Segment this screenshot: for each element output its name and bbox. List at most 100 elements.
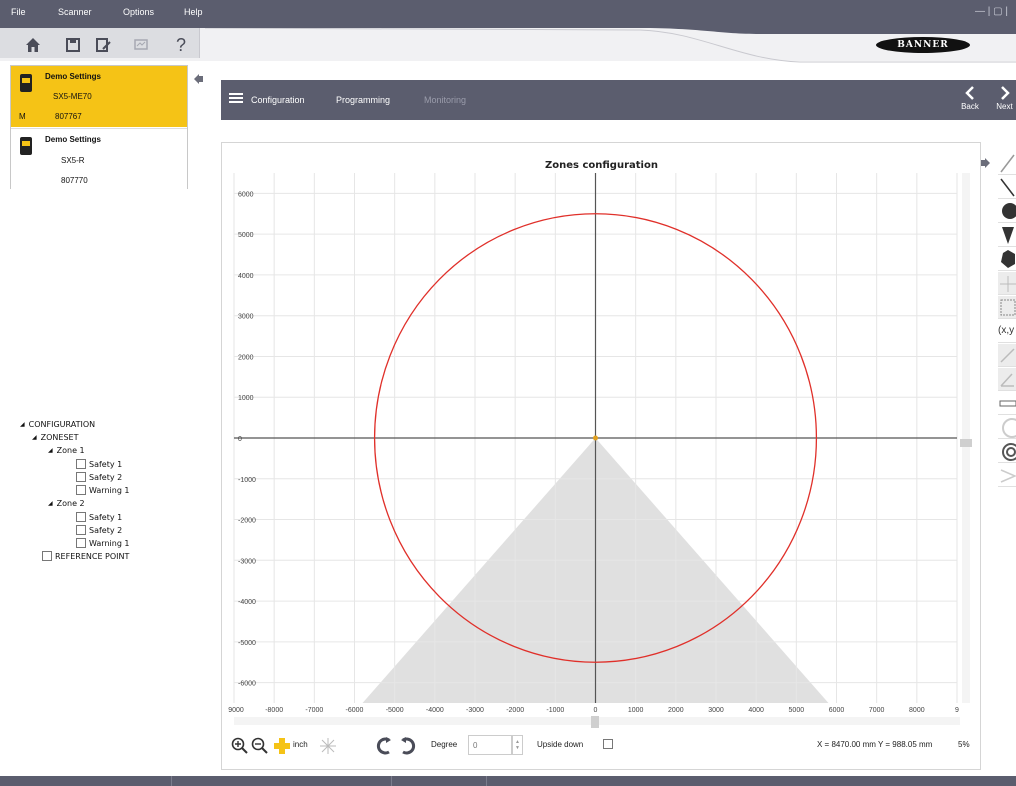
device-name: Demo Settings	[45, 135, 102, 144]
upside-down-label: Upside down	[537, 740, 584, 749]
x-tick-label: 9000	[228, 707, 244, 714]
home-icon[interactable]	[22, 34, 44, 56]
hamburger-menu-icon[interactable]	[229, 92, 243, 104]
measure-tool-icon[interactable]	[998, 344, 1016, 367]
nav-bar: Configuration Programming Monitoring Bac…	[221, 80, 1016, 120]
ruler-tool-icon[interactable]	[998, 392, 1016, 415]
y-tick-label: -2000	[238, 518, 256, 525]
status-bar	[0, 776, 1016, 786]
tree-label: Safety 2	[89, 472, 123, 482]
degree-value: 0	[473, 740, 478, 750]
tree-node-zone-2[interactable]: ◢ Zone 2	[48, 499, 85, 508]
arc-tool-icon[interactable]	[998, 416, 1016, 439]
tree-item-zone2-safety1[interactable]: Safety 1	[76, 512, 122, 522]
checkbox[interactable]	[76, 512, 86, 522]
sector-tool-icon[interactable]	[998, 224, 1016, 247]
tree-label: CONFIGURATION	[28, 420, 96, 429]
x-tick-label: 5000	[789, 707, 805, 714]
y-tick-label: 4000	[238, 273, 254, 280]
save-icon[interactable]	[62, 34, 84, 56]
checkbox[interactable]	[76, 525, 86, 535]
tab-programming[interactable]: Programming	[336, 95, 390, 105]
y-tick-label: 6000	[238, 191, 254, 198]
menu-options[interactable]: Options	[123, 7, 154, 17]
unit-toggle[interactable]: inch	[293, 740, 308, 749]
checkbox[interactable]	[76, 459, 86, 469]
tab-monitoring[interactable]: Monitoring	[424, 95, 466, 105]
tree-item-zone2-warning1[interactable]: Warning 1	[76, 538, 130, 548]
collapse-left-arrow-icon[interactable]	[194, 74, 204, 84]
banner-logo: BANNER	[876, 37, 970, 53]
next-button[interactable]: Next	[993, 86, 1016, 116]
expand-triangle-icon: ◢	[32, 434, 37, 441]
device-badge: M	[19, 112, 26, 121]
polygon-tool-icon[interactable]	[998, 248, 1016, 271]
expand-triangle-icon: ◢	[20, 421, 25, 428]
zoom-out-icon[interactable]	[251, 737, 269, 755]
xy-coordinate-tool-icon[interactable]: (x,y	[998, 320, 1016, 343]
tree-item-zone1-safety1[interactable]: Safety 1	[76, 459, 122, 469]
horizontal-scroll-thumb	[591, 716, 599, 728]
menu-help[interactable]: Help	[184, 7, 203, 17]
menu-file[interactable]: File	[11, 7, 26, 17]
device-item[interactable]: Demo Settings SX5-R 807770	[11, 128, 187, 189]
x-tick-label: 9	[955, 707, 959, 714]
target-tool-icon[interactable]	[998, 440, 1016, 463]
angle-tool-icon[interactable]	[998, 368, 1016, 391]
line-reverse-tool-icon[interactable]	[998, 176, 1016, 199]
degree-spinner[interactable]: ▲ ▼	[512, 735, 523, 755]
scanner-device-icon	[20, 74, 32, 92]
line-tool-icon[interactable]	[998, 152, 1016, 175]
tree-label: Safety 1	[89, 512, 123, 522]
select-area-tool-icon[interactable]	[998, 296, 1016, 319]
rotate-left-icon[interactable]	[375, 736, 395, 756]
tree-node-zoneset[interactable]: ◢ ZONESET	[32, 433, 78, 442]
snowflake-icon[interactable]	[319, 737, 337, 755]
menu-scanner[interactable]: Scanner	[58, 7, 92, 17]
degree-input[interactable]: 0	[468, 735, 512, 755]
chevron-right-icon	[1000, 86, 1010, 100]
device-model: SX5-ME70	[53, 92, 92, 101]
tree-label: ZONESET	[40, 433, 79, 442]
window-controls[interactable]: — | ▢ |	[975, 6, 1008, 17]
x-tick-label: 0	[594, 707, 598, 714]
zoom-in-icon[interactable]	[231, 737, 249, 755]
zones-chart[interactable]: 6000 5000 4000 3000 2000 1000 0 -1000 -2000 -3000…	[222, 143, 980, 733]
expand-right-arrow-icon[interactable]	[980, 158, 990, 168]
help-icon[interactable]: ?	[170, 34, 192, 56]
device-serial: 807767	[55, 112, 82, 121]
device-list: Demo Settings SX5-ME70 M 807767 Demo Set…	[10, 65, 188, 189]
tree-item-reference-point[interactable]: REFERENCE POINT	[42, 551, 129, 561]
y-tick-label: -6000	[238, 681, 256, 688]
tree-item-zone2-safety2[interactable]: Safety 2	[76, 525, 122, 535]
checkbox[interactable]	[76, 538, 86, 548]
tree-item-zone1-safety2[interactable]: Safety 2	[76, 472, 122, 482]
pan-move-icon[interactable]	[273, 737, 291, 755]
checkbox[interactable]	[42, 551, 52, 561]
tree-node-configuration[interactable]: ◢ CONFIGURATION	[20, 420, 95, 429]
vertical-scroll-thumb	[960, 439, 972, 447]
tab-configuration[interactable]: Configuration	[251, 95, 305, 105]
upside-down-checkbox[interactable]	[603, 739, 613, 749]
checkbox[interactable]	[76, 472, 86, 482]
edit-document-icon[interactable]	[92, 34, 114, 56]
x-tick-label: 8000	[909, 707, 925, 714]
rotate-right-icon[interactable]	[397, 736, 417, 756]
tree-item-zone1-warning1[interactable]: Warning 1	[76, 485, 130, 495]
x-tick-label: -2000	[506, 707, 524, 714]
menu-bar: File Scanner Options Help — | ▢ |	[0, 0, 1016, 28]
checkbox[interactable]	[76, 485, 86, 495]
monitor-icon[interactable]	[130, 34, 152, 56]
x-tick-label: -7000	[305, 707, 323, 714]
circle-tool-icon[interactable]	[998, 200, 1016, 223]
y-tick-label: -1000	[238, 477, 256, 484]
y-tick-label: -4000	[238, 599, 256, 606]
device-item-selected[interactable]: Demo Settings SX5-ME70 M 807767	[11, 66, 187, 127]
y-tick-label: 2000	[238, 354, 254, 361]
chart-title: Zones configuration	[545, 160, 658, 171]
back-button[interactable]: Back	[957, 86, 983, 116]
device-model: SX5-R	[61, 156, 85, 165]
tree-node-zone-1[interactable]: ◢ Zone 1	[48, 446, 85, 455]
mirror-tool-icon[interactable]	[998, 464, 1016, 487]
add-point-tool-icon[interactable]	[998, 272, 1016, 295]
